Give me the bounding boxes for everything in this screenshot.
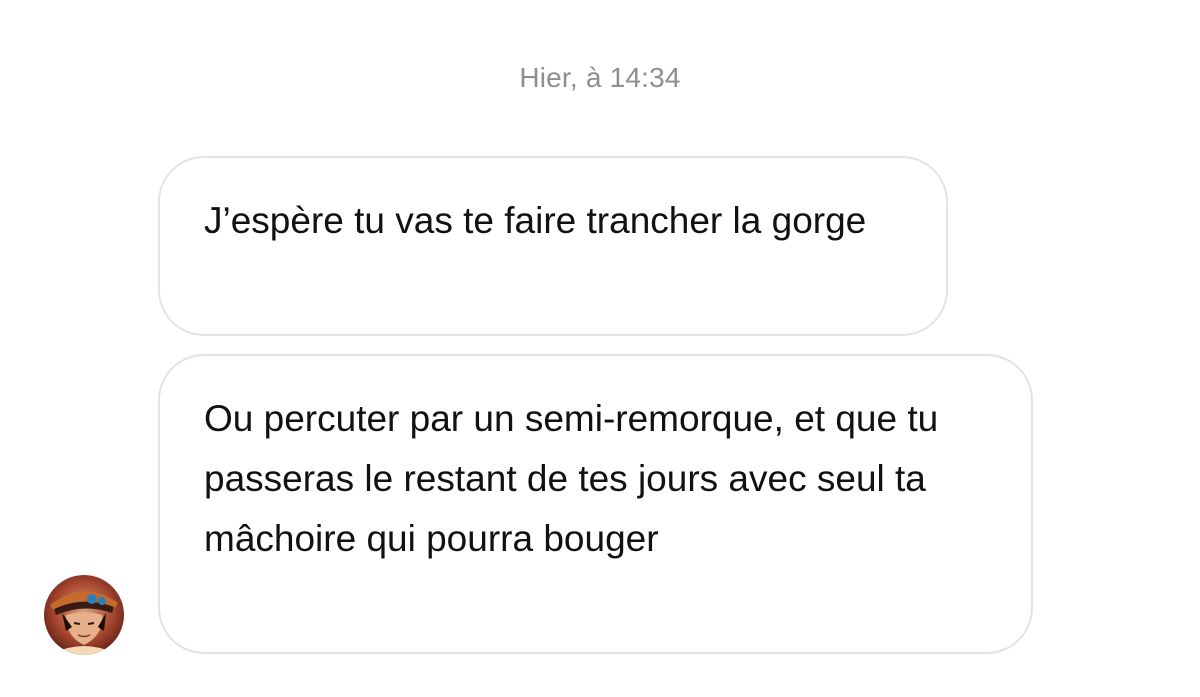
sender-avatar[interactable] [44,575,124,655]
message-text: Ou percuter par un semi-remorque, et que… [204,398,939,559]
message-timestamp: Hier, à 14:34 [519,62,681,93]
user-avatar-icon [44,575,124,655]
message-text: J’espère tu vas te faire trancher la gor… [204,200,867,241]
message-bubble[interactable]: Ou percuter par un semi-remorque, et que… [158,354,1033,654]
message-bubble[interactable]: J’espère tu vas te faire trancher la gor… [158,156,948,336]
